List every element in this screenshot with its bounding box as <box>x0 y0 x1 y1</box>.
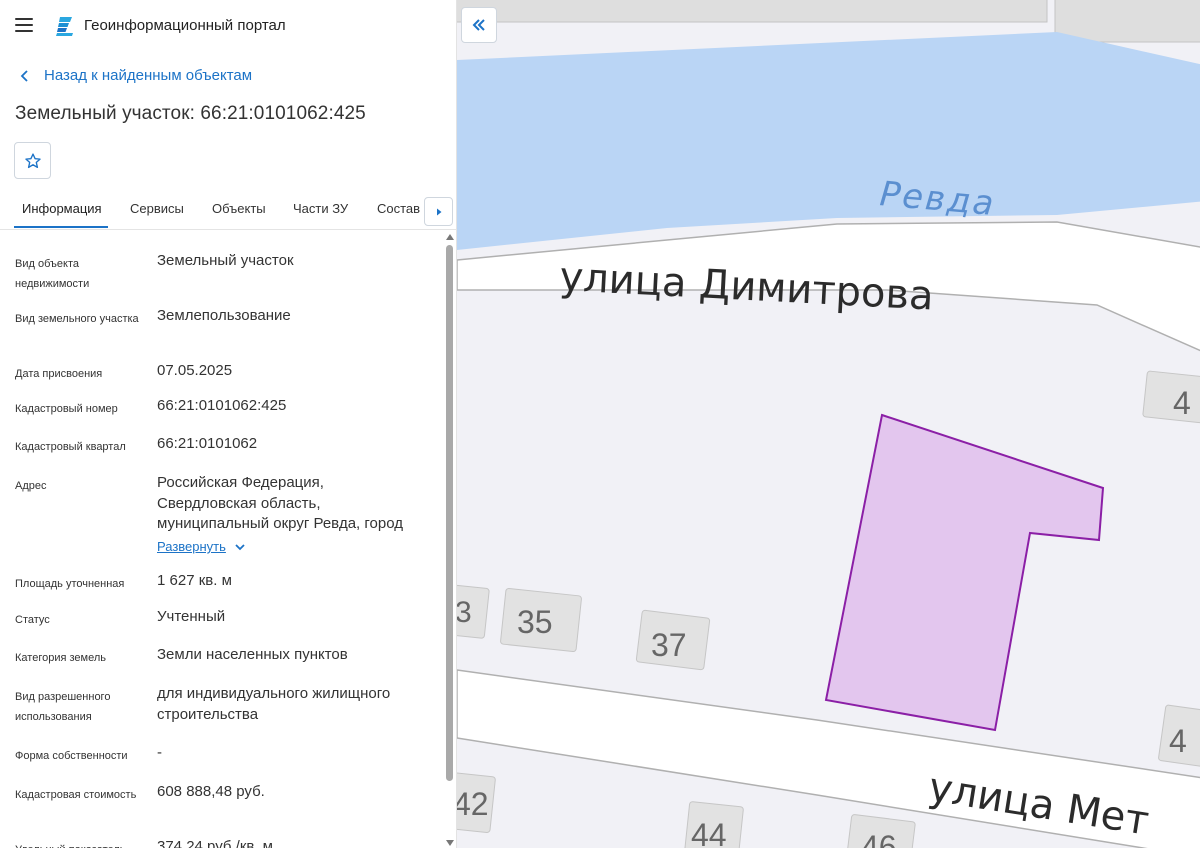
sidebar-panel: Геоинформационный портал Назад к найденн… <box>0 0 457 848</box>
scrollbar-thumb[interactable] <box>446 245 453 781</box>
info-label: Удельный показатель <box>15 840 140 848</box>
scroll-down-arrow[interactable] <box>446 840 454 846</box>
chevron-left-icon <box>20 69 28 82</box>
tab-parts[interactable]: Части ЗУ <box>293 201 348 216</box>
info-value: Землепользование <box>157 307 291 324</box>
map-view[interactable]: 4 3 35 37 4 42 44 46 Ревда улица Димитро… <box>457 0 1200 848</box>
info-value: Земли населенных пунктов <box>157 646 348 663</box>
house-number: 4 <box>1173 385 1191 421</box>
info-label: Вид земельного участка <box>15 313 139 325</box>
collapse-panel-button[interactable] <box>461 7 497 43</box>
info-value: для индивидуального жилищного строительс… <box>157 685 391 723</box>
scroll-up-arrow[interactable] <box>446 234 454 240</box>
house-number: 37 <box>651 627 687 663</box>
info-value: 374,24 руб./кв. м <box>157 838 273 848</box>
hamburger-icon[interactable] <box>15 17 35 33</box>
tab-services[interactable]: Сервисы <box>130 201 184 216</box>
info-table: Вид объекта недвижимости Земельный участ… <box>0 232 440 848</box>
info-value: Российская Федерация, Свердловская облас… <box>157 474 403 532</box>
house-number-box: 37 <box>635 609 711 671</box>
info-label: Кадастровый квартал <box>15 441 126 453</box>
expand-address-link[interactable]: Развернуть <box>157 539 246 554</box>
app-title: Геоинформационный портал <box>84 17 286 34</box>
info-label: Адрес <box>15 480 47 492</box>
house-number: 46 <box>861 829 897 848</box>
info-value: 1 627 кв. м <box>157 572 232 589</box>
house-number: 35 <box>517 604 553 640</box>
cadastral-parcel[interactable] <box>824 413 1105 732</box>
info-label: Форма собственности <box>15 750 128 762</box>
tab-bar: Информация Сервисы Объекты Части ЗУ Сост… <box>0 194 456 230</box>
info-label: Вид объекта недвижимости <box>15 258 90 290</box>
map-canvas[interactable]: 4 3 35 37 4 42 44 46 Ревда улица Димитро… <box>457 0 1200 848</box>
info-value: 608 888,48 руб. <box>157 783 265 800</box>
info-value: 66:21:0101062 <box>157 435 258 452</box>
double-chevron-left-icon <box>472 19 485 31</box>
tab-composition[interactable]: Состав <box>377 201 420 216</box>
house-number-box: 46 <box>845 814 916 848</box>
favorite-button[interactable] <box>14 142 51 179</box>
back-link-label: Назад к найденным объектам <box>44 67 253 84</box>
info-value: Учтенный <box>157 608 226 625</box>
house-number-box: 44 <box>683 801 744 848</box>
tabs-next-button[interactable] <box>424 197 453 226</box>
chevron-down-icon <box>235 543 245 550</box>
back-to-results-link[interactable]: Назад к найденным объектам <box>18 67 252 84</box>
expand-label: Развернуть <box>157 539 226 554</box>
portal-logo-icon <box>56 17 73 36</box>
house-number-box: 4 <box>1142 370 1200 424</box>
top-bar: Геоинформационный портал <box>0 0 456 52</box>
info-label: Статус <box>15 614 50 626</box>
star-icon <box>24 152 41 168</box>
info-label: Площадь уточненная <box>15 578 125 590</box>
info-label: Вид разрешенного использования <box>15 691 111 723</box>
caret-right-icon <box>436 208 441 215</box>
info-value: 66:21:0101062:425 <box>157 397 287 414</box>
info-value: 07.05.2025 <box>157 362 233 379</box>
tab-information[interactable]: Информация <box>22 201 102 216</box>
house-number: 42 <box>457 786 489 822</box>
building <box>457 0 1048 23</box>
house-number-box: 3 <box>457 583 490 639</box>
house-number: 44 <box>691 817 727 848</box>
info-value: Земельный участок <box>157 252 294 269</box>
info-value: - <box>157 744 162 761</box>
building <box>1054 0 1200 43</box>
info-label: Категория земель <box>15 652 106 664</box>
tab-objects[interactable]: Объекты <box>212 201 266 216</box>
info-label: Кадастровая стоимость <box>15 789 137 801</box>
house-number-box: 4 <box>1158 704 1200 769</box>
active-tab-indicator <box>14 226 108 228</box>
page-title: Земельный участок: 66:21:0101062:425 <box>15 103 366 124</box>
house-number-box: 35 <box>500 587 582 653</box>
house-number-box: 42 <box>457 771 496 833</box>
info-label: Кадастровый номер <box>15 403 118 415</box>
house-number: 4 <box>1169 723 1187 759</box>
river <box>457 32 1200 250</box>
house-number: 3 <box>457 596 472 629</box>
info-label: Дата присвоения <box>15 368 103 380</box>
